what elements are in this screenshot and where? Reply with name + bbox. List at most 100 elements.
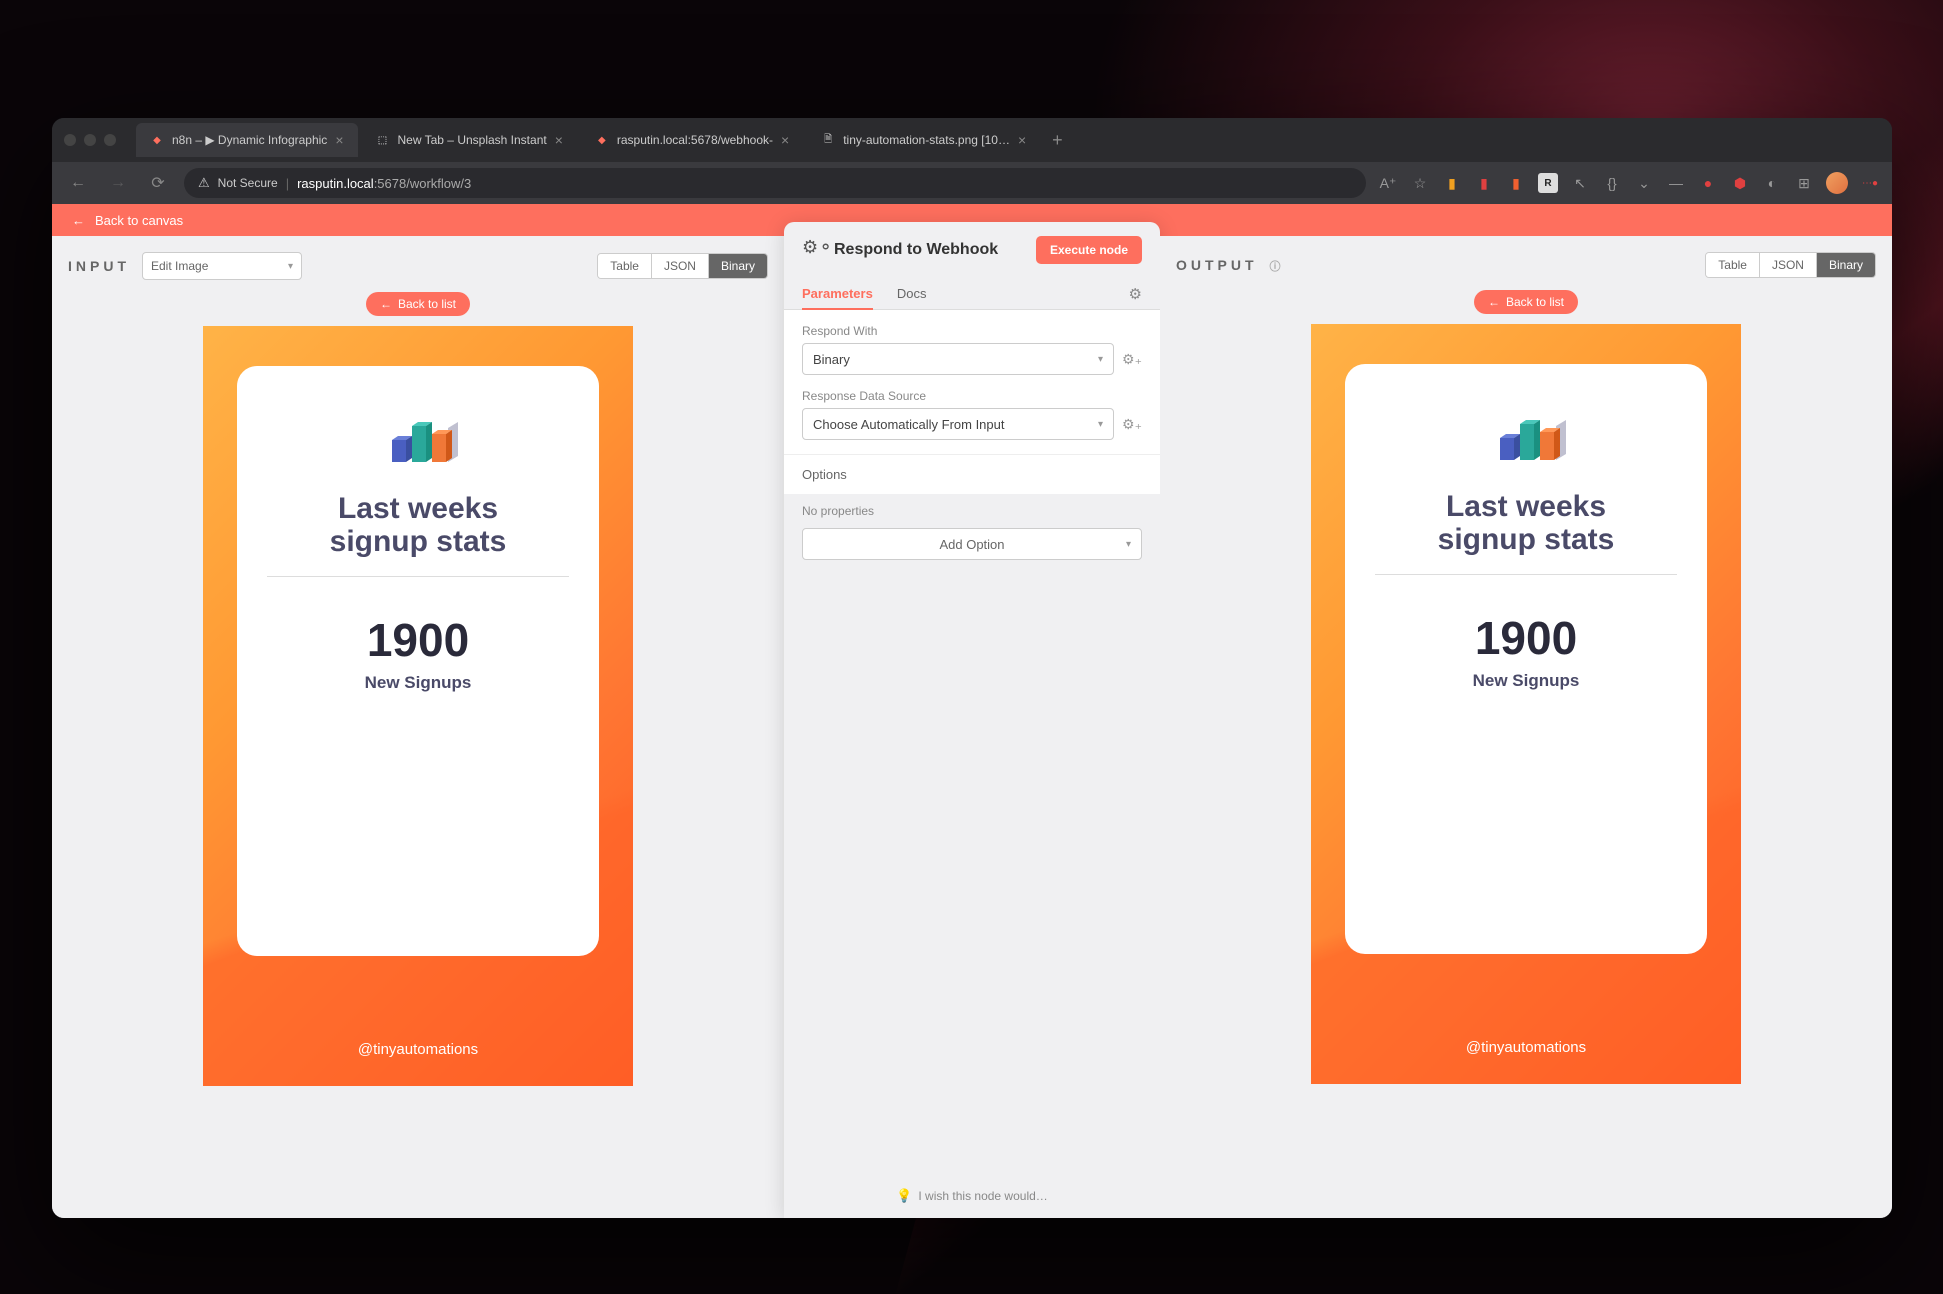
no-properties-label: No properties bbox=[802, 504, 1142, 518]
infographic-title: Last weekssignup stats bbox=[1375, 490, 1677, 556]
browser-window: ◆ n8n – ▶ Dynamic Infographic × ⬚ New Ta… bbox=[52, 118, 1892, 1218]
node-dialog: ⚙⚬ Respond to Webhook Execute node Param… bbox=[784, 222, 1160, 1218]
data-source-select[interactable]: Choose Automatically From Input ▾ bbox=[802, 408, 1114, 440]
file-favicon-icon: 🗎 bbox=[821, 133, 835, 147]
output-title: OUTPUT ⓘ bbox=[1176, 257, 1280, 274]
reload-button[interactable]: ⟳ bbox=[144, 173, 172, 193]
browser-tab-0[interactable]: ◆ n8n – ▶ Dynamic Infographic × bbox=[136, 123, 358, 157]
browser-tab-bar: ◆ n8n – ▶ Dynamic Infographic × ⬚ New Ta… bbox=[52, 118, 1892, 162]
infographic-handle: @tinyautomations bbox=[203, 1041, 633, 1058]
ext-icon[interactable]: ⬢ bbox=[1730, 173, 1750, 193]
input-node-select[interactable]: Edit Image ▾ bbox=[142, 252, 302, 280]
tab-label: tiny-automation-stats.png [10… bbox=[843, 133, 1010, 147]
workspace: INPUT Edit Image ▾ Table JSON Binary ← B… bbox=[52, 236, 1892, 1218]
tab-json[interactable]: JSON bbox=[1760, 253, 1817, 277]
arrow-left-icon: ← bbox=[1488, 295, 1500, 309]
ext-icon[interactable]: ● bbox=[1698, 173, 1718, 193]
close-icon[interactable]: × bbox=[335, 132, 343, 148]
input-preview-image: Last weekssignup stats 1900 New Signups … bbox=[203, 326, 633, 1086]
n8n-favicon-icon: ◆ bbox=[150, 133, 164, 147]
lightbulb-icon: 💡 bbox=[896, 1188, 912, 1204]
close-icon[interactable]: × bbox=[555, 132, 563, 148]
tab-table[interactable]: Table bbox=[598, 254, 652, 278]
security-warning: Not Secure bbox=[218, 176, 278, 190]
back-to-list-button[interactable]: ← Back to list bbox=[1474, 290, 1578, 314]
tab-label: n8n – ▶ Dynamic Infographic bbox=[172, 133, 327, 147]
unsplash-favicon-icon: ⬚ bbox=[376, 133, 390, 147]
ext-icon[interactable]: ▮ bbox=[1474, 173, 1494, 193]
tab-label: rasputin.local:5678/webhook- bbox=[617, 133, 773, 147]
infographic-number: 1900 bbox=[1375, 611, 1677, 665]
node-title: Respond to Webhook bbox=[834, 241, 1026, 259]
tab-binary[interactable]: Binary bbox=[709, 254, 767, 278]
expression-icon[interactable]: ⚙₊ bbox=[1122, 351, 1142, 368]
feedback-hint[interactable]: 💡 I wish this node would… bbox=[896, 1188, 1048, 1204]
respond-with-label: Respond With bbox=[802, 324, 1142, 338]
pocket-icon[interactable]: ⌄ bbox=[1634, 173, 1654, 193]
output-view-tabs: Table JSON Binary bbox=[1705, 252, 1876, 278]
bar-chart-icon bbox=[368, 402, 468, 472]
ext-icon[interactable]: ▮ bbox=[1506, 173, 1526, 193]
chevron-down-icon: ▾ bbox=[1098, 419, 1103, 430]
ext-icon[interactable]: R bbox=[1538, 173, 1558, 193]
arrow-left-icon: ← bbox=[72, 213, 85, 228]
input-panel: INPUT Edit Image ▾ Table JSON Binary ← B… bbox=[52, 236, 784, 1218]
browser-tab-3[interactable]: 🗎 tiny-automation-stats.png [10… × bbox=[807, 123, 1040, 157]
ext-icon[interactable]: ◐ bbox=[1762, 173, 1782, 193]
add-option-button[interactable]: Add Option ▾ bbox=[802, 528, 1142, 560]
chevron-down-icon: ▾ bbox=[288, 261, 293, 272]
warning-icon: ⚠ bbox=[198, 175, 210, 191]
collections-icon[interactable]: ⊞ bbox=[1794, 173, 1814, 193]
favorite-icon[interactable]: ☆ bbox=[1410, 173, 1430, 193]
gear-icon[interactable]: ⚙ bbox=[1129, 285, 1142, 303]
tab-binary[interactable]: Binary bbox=[1817, 253, 1875, 277]
browser-url-bar: ← → ⟳ ⚠ Not Secure | rasputin.local:5678… bbox=[52, 162, 1892, 204]
respond-with-select[interactable]: Binary ▾ bbox=[802, 343, 1114, 375]
chevron-down-icon: ▾ bbox=[1098, 354, 1103, 365]
browser-tab-2[interactable]: ◆ rasputin.local:5678/webhook- × bbox=[581, 123, 803, 157]
tab-json[interactable]: JSON bbox=[652, 254, 709, 278]
n8n-favicon-icon: ◆ bbox=[595, 133, 609, 147]
new-tab-button[interactable]: + bbox=[1044, 130, 1071, 151]
infographic-title: Last weekssignup stats bbox=[267, 492, 569, 558]
node-settings-panel: ⚙⚬ Respond to Webhook Execute node Param… bbox=[784, 236, 1160, 1218]
expression-icon[interactable]: ⚙₊ bbox=[1122, 416, 1142, 433]
infographic-handle: @tinyautomations bbox=[1311, 1039, 1741, 1056]
address-bar[interactable]: ⚠ Not Secure | rasputin.local:5678/workf… bbox=[184, 168, 1366, 198]
reader-icon[interactable]: A⁺ bbox=[1378, 173, 1398, 193]
output-preview-image: Last weekssignup stats 1900 New Signups … bbox=[1311, 324, 1741, 1084]
options-label: Options bbox=[784, 455, 1160, 494]
tab-table[interactable]: Table bbox=[1706, 253, 1760, 277]
forward-button[interactable]: → bbox=[104, 174, 132, 192]
ext-icon[interactable]: ▮ bbox=[1442, 173, 1462, 193]
data-source-label: Response Data Source bbox=[802, 389, 1142, 403]
browser-tab-1[interactable]: ⬚ New Tab – Unsplash Instant × bbox=[362, 123, 577, 157]
bar-chart-icon bbox=[1476, 400, 1576, 470]
input-title: INPUT bbox=[68, 258, 130, 274]
infographic-number: 1900 bbox=[267, 613, 569, 667]
tab-label: New Tab – Unsplash Instant bbox=[398, 133, 547, 147]
profile-avatar[interactable] bbox=[1826, 172, 1848, 194]
extension-icons: A⁺ ☆ ▮ ▮ ▮ R ↖ {} ⌄ — ● ⬢ ◐ ⊞ ⋯● bbox=[1378, 172, 1880, 194]
close-icon[interactable]: × bbox=[781, 132, 789, 148]
ext-icon[interactable]: — bbox=[1666, 173, 1686, 193]
tab-parameters[interactable]: Parameters bbox=[802, 278, 873, 309]
window-controls[interactable] bbox=[64, 134, 116, 146]
arrow-left-icon: ← bbox=[380, 297, 392, 311]
info-icon[interactable]: ⓘ bbox=[1269, 261, 1280, 273]
app-content: ← Back to canvas INPUT Edit Image ▾ Tabl… bbox=[52, 204, 1892, 1218]
output-panel: OUTPUT ⓘ Table JSON Binary ← Back to lis… bbox=[1160, 236, 1892, 1218]
back-button[interactable]: ← bbox=[64, 174, 92, 192]
back-to-list-button[interactable]: ← Back to list bbox=[366, 292, 470, 316]
execute-node-button[interactable]: Execute node bbox=[1036, 236, 1142, 264]
ext-icon[interactable]: {} bbox=[1602, 173, 1622, 193]
ext-icon[interactable]: ↖ bbox=[1570, 173, 1590, 193]
menu-icon[interactable]: ⋯● bbox=[1860, 173, 1880, 193]
webhook-node-icon: ⚙⚬ bbox=[802, 237, 824, 259]
input-view-tabs: Table JSON Binary bbox=[597, 253, 768, 279]
chevron-down-icon: ▾ bbox=[1126, 539, 1131, 550]
infographic-sublabel: New Signups bbox=[1375, 671, 1677, 691]
tab-docs[interactable]: Docs bbox=[897, 278, 927, 309]
close-icon[interactable]: × bbox=[1018, 132, 1026, 148]
infographic-sublabel: New Signups bbox=[267, 673, 569, 693]
